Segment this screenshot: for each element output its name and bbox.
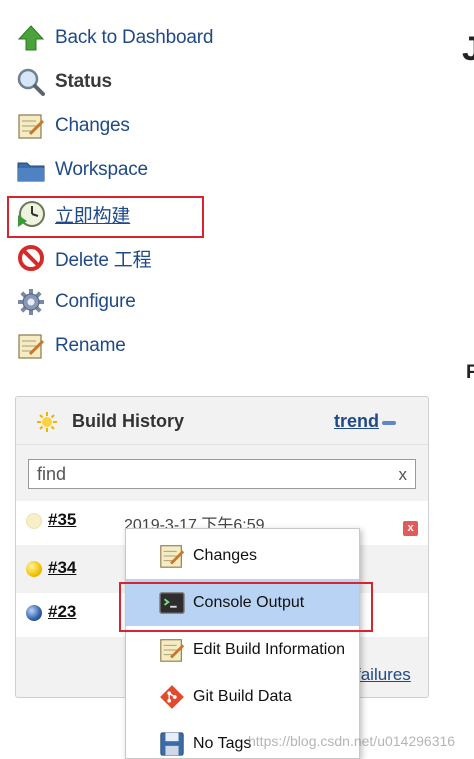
search-clear-icon[interactable]: x [399, 465, 408, 485]
task-changes[interactable]: Changes [16, 106, 130, 146]
task-label: Back to Dashboard [55, 27, 214, 48]
build-context-menu: Changes Console Output Edit Build Inform… [125, 528, 360, 759]
menu-item-changes[interactable]: Changes [126, 532, 359, 579]
build-number-link[interactable]: #35 [48, 510, 76, 530]
git-icon [160, 684, 184, 709]
task-delete-project[interactable]: Delete 工程 [16, 238, 152, 278]
notepad-icon [18, 114, 45, 139]
notepad-icon [18, 334, 45, 359]
task-back-to-dashboard[interactable]: Back to Dashboard [16, 18, 213, 58]
floppy-icon [160, 731, 184, 756]
build-number-link[interactable]: #34 [48, 558, 76, 578]
task-label: Changes [55, 115, 130, 136]
notepad-icon [160, 544, 185, 568]
menu-item-label: Edit Build Information [193, 640, 346, 658]
folder-icon [17, 162, 45, 182]
magnifier-icon [17, 68, 45, 96]
task-label: Status [55, 71, 112, 92]
build-history-title: Build History [72, 411, 185, 431]
notepad-icon [160, 638, 185, 662]
delete-build-icon[interactable]: x [403, 521, 418, 536]
up-arrow-icon [17, 25, 45, 51]
task-label: Delete 工程 [55, 249, 152, 271]
trend-link[interactable]: trend [334, 411, 379, 432]
task-rename[interactable]: Rename [16, 326, 126, 366]
task-label: Workspace [55, 159, 148, 180]
menu-item-label: Changes [193, 546, 258, 564]
task-status[interactable]: Status [16, 62, 112, 102]
menu-item-label: No Tags [193, 734, 252, 752]
task-label: Rename [55, 335, 126, 356]
menu-item-git-build-data[interactable]: Git Build Data [126, 673, 359, 720]
task-configure[interactable]: Configure [16, 282, 136, 322]
menu-item-edit-build-information[interactable]: Edit Build Information [126, 626, 359, 673]
failures-link[interactable]: failures [356, 665, 411, 685]
build-number-link[interactable]: #23 [48, 602, 76, 622]
menu-item-label: Git Build Data [193, 687, 292, 705]
build-history-header: Build History trend [16, 397, 428, 445]
task-workspace[interactable]: Workspace [16, 150, 148, 190]
build-search-box: x [28, 459, 416, 489]
no-entry-icon [18, 245, 44, 271]
sun-icon [37, 412, 57, 432]
status-ball-unstable-icon [26, 561, 42, 577]
highlight-console-output [119, 582, 373, 632]
gear-icon [18, 289, 44, 315]
status-ball-pending-icon [26, 513, 42, 529]
cropped-heading-glyph: J [462, 30, 474, 68]
trend-minus-icon[interactable] [382, 421, 396, 425]
status-ball-success-icon [26, 605, 42, 621]
cropped-text-glyph: F [466, 362, 474, 383]
build-search-input[interactable] [29, 460, 389, 488]
task-label: Configure [55, 291, 136, 312]
highlight-build-now [7, 196, 204, 238]
watermark-text: https://blog.csdn.net/u014296316 [248, 733, 456, 749]
